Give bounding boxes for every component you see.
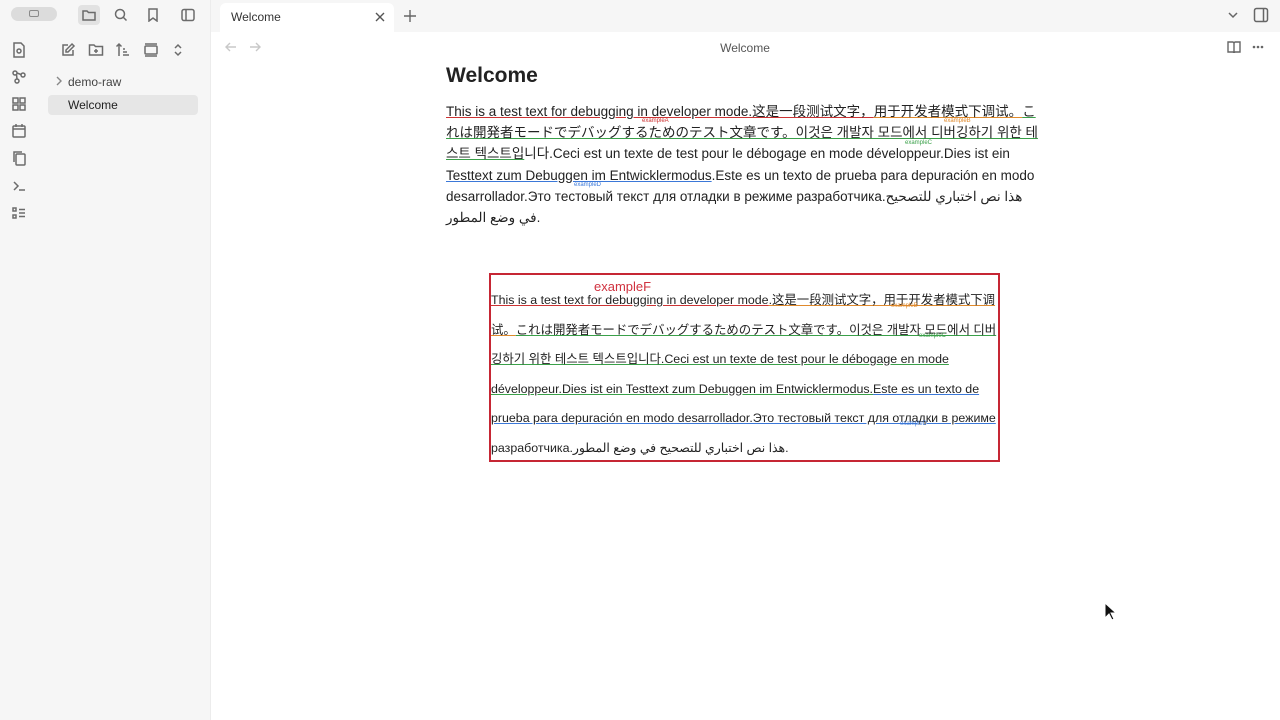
search-icon <box>114 8 128 22</box>
ribbon-daily-note[interactable] <box>10 122 28 140</box>
tree-folder-label: demo-raw <box>68 75 122 89</box>
close-icon[interactable] <box>374 11 386 23</box>
tree-folder-demo-raw[interactable]: demo-raw <box>52 72 198 92</box>
file-explorer-toggle-button[interactable] <box>78 5 100 25</box>
bookmarks-button[interactable] <box>142 5 164 25</box>
collapse-sidebar-button[interactable] <box>177 5 199 25</box>
annotation-tag-c: exampleC <box>905 140 933 146</box>
annotation-tag-b: exampleB <box>944 118 971 124</box>
tab-welcome[interactable]: Welcome <box>220 3 394 32</box>
folder-icon <box>82 10 96 21</box>
window-controls[interactable] <box>11 7 57 21</box>
chevron-right-icon <box>56 76 62 86</box>
page-title: Welcome <box>446 64 538 87</box>
annotated-span-b: 用于开发者模式下调试。 <box>873 104 1023 119</box>
more-options-icon[interactable] <box>1252 45 1264 49</box>
layout-grid-icon <box>12 97 26 111</box>
reading-view-icon[interactable] <box>1227 41 1241 53</box>
plain-text-span: 니다.Ceci est un texte de test pour le déb… <box>524 146 1010 162</box>
ribbon-graph-view[interactable] <box>10 68 28 86</box>
tab-title: Welcome <box>231 10 281 24</box>
tree-file-welcome[interactable]: Welcome <box>48 95 198 115</box>
annotation-tag-d: exampleD <box>574 182 602 188</box>
view-header-title[interactable]: Welcome <box>0 41 1280 55</box>
ribbon-canvas[interactable] <box>10 95 28 113</box>
sidebar-left-icon <box>181 8 195 22</box>
box-text: This is a test text for debugging in dev… <box>491 286 999 463</box>
sidebar-right-icon[interactable] <box>1253 7 1269 23</box>
box-plain-span: разработчика.هذا نص اختباري للتصحيح في و… <box>491 440 789 455</box>
mouse-cursor-icon <box>1104 602 1118 621</box>
box-tag-c: exampleC <box>919 333 947 339</box>
annotated-span-a: This is a test text for debugging in dev… <box>446 104 874 119</box>
tree-file-label: Welcome <box>68 98 118 112</box>
box-tag-d: exampleD <box>900 421 928 427</box>
terminal-icon <box>13 181 25 191</box>
graph-icon <box>12 70 26 84</box>
list-checks-icon <box>12 207 25 219</box>
new-tab-icon[interactable] <box>402 8 418 24</box>
ribbon-command-palette[interactable] <box>10 177 28 195</box>
box-span-a: This is a test text for debugging in dev… <box>491 293 769 307</box>
box-tag-b: exampleB <box>891 303 918 309</box>
annotated-span-d: Testtext zum Debuggen im Entwicklermodus <box>446 167 712 183</box>
chevron-down-icon[interactable] <box>1227 9 1239 21</box>
bookmark-icon <box>148 8 158 22</box>
ribbon-outline[interactable] <box>10 204 28 222</box>
search-button[interactable] <box>110 5 132 25</box>
calendar-icon <box>12 124 26 138</box>
annotation-tag-a: exampleA <box>642 118 669 124</box>
copy-icon <box>13 151 26 166</box>
ribbon-templates[interactable] <box>10 149 28 167</box>
